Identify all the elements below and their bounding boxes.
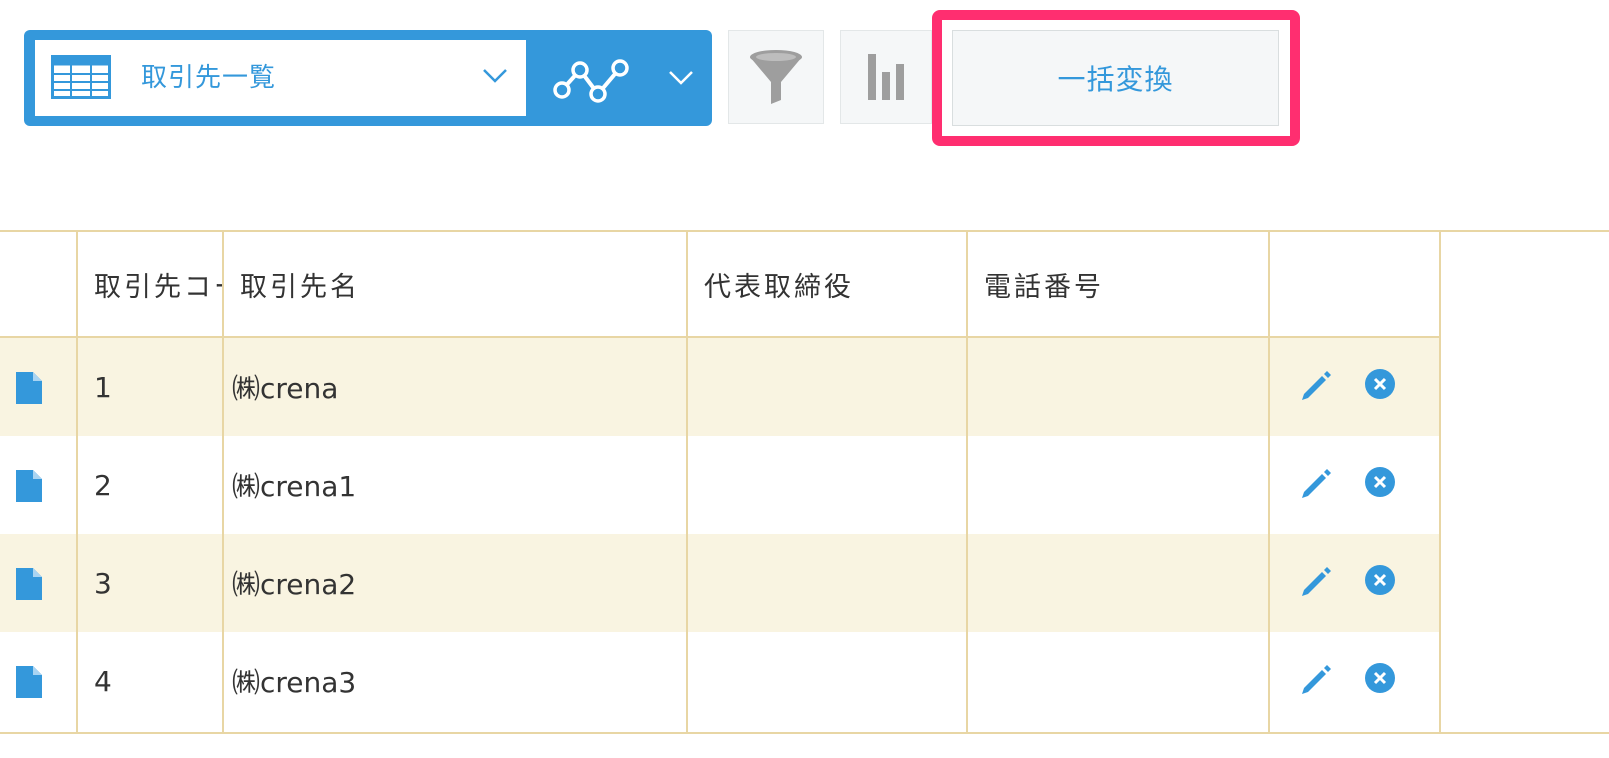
- pencil-icon[interactable]: [1300, 564, 1334, 598]
- table-row: 2 ㈱crena1: [0, 436, 1441, 534]
- column-divider: [76, 230, 78, 734]
- column-divider: [1439, 230, 1441, 734]
- header-code[interactable]: 取引先コード: [94, 232, 222, 336]
- column-divider: [966, 230, 968, 734]
- header-phone[interactable]: 電話番号: [984, 232, 1264, 336]
- document-icon[interactable]: [16, 568, 42, 600]
- table-row: 4 ㈱crena3: [0, 632, 1441, 730]
- graph-menu-button[interactable]: [540, 40, 700, 116]
- view-switcher: 取引先一覧: [24, 30, 712, 126]
- cell-phone: [984, 338, 1264, 436]
- bulk-convert-button[interactable]: 一括変換: [952, 30, 1279, 126]
- document-icon[interactable]: [16, 666, 42, 698]
- cell-name: ㈱crena3: [232, 666, 357, 699]
- table-icon: [51, 55, 111, 99]
- view-select[interactable]: 取引先一覧: [35, 40, 526, 116]
- line-graph-icon: [553, 59, 629, 103]
- bar-chart-icon: [868, 54, 904, 100]
- close-circle-icon[interactable]: [1364, 662, 1396, 694]
- cell-representative: [704, 436, 964, 534]
- pencil-icon[interactable]: [1300, 662, 1334, 696]
- cell-name: ㈱crena2: [232, 568, 357, 601]
- filter-button[interactable]: [728, 30, 824, 124]
- close-circle-icon[interactable]: [1364, 466, 1396, 498]
- pencil-icon[interactable]: [1300, 368, 1334, 402]
- chevron-down-icon: [669, 71, 693, 85]
- funnel-icon: [750, 50, 802, 104]
- cell-name: ㈱crena1: [232, 470, 357, 503]
- pencil-icon[interactable]: [1300, 466, 1334, 500]
- cell-code: 2: [94, 468, 112, 502]
- close-circle-icon[interactable]: [1364, 368, 1396, 400]
- column-divider: [686, 230, 688, 734]
- cell-code: 1: [94, 370, 112, 404]
- table-row: 3 ㈱crena2: [0, 534, 1441, 632]
- close-circle-icon[interactable]: [1364, 564, 1396, 596]
- view-name: 取引先一覧: [141, 63, 277, 93]
- cell-phone: [984, 436, 1264, 534]
- cell-representative: [704, 534, 964, 632]
- column-divider: [1268, 230, 1270, 734]
- cell-representative: [704, 338, 964, 436]
- document-icon[interactable]: [16, 372, 42, 404]
- graph-button[interactable]: [840, 30, 932, 124]
- cell-representative: [704, 632, 964, 730]
- record-table: 取引先コード 取引先名 代表取締役 電話番号 1 ㈱crena 2 ㈱crena…: [0, 230, 1609, 734]
- cell-phone: [984, 632, 1264, 730]
- cell-code: 4: [94, 664, 112, 698]
- header-representative[interactable]: 代表取締役: [704, 232, 964, 336]
- cell-phone: [984, 534, 1264, 632]
- column-divider: [222, 230, 224, 734]
- cell-name: ㈱crena: [232, 372, 339, 405]
- cell-code: 3: [94, 566, 112, 600]
- document-icon[interactable]: [16, 470, 42, 502]
- chevron-down-icon: [483, 69, 507, 83]
- table-header-row: 取引先コード 取引先名 代表取締役 電話番号: [0, 232, 1441, 336]
- table-row: 1 ㈱crena: [0, 338, 1441, 436]
- table-border: [0, 732, 1609, 734]
- header-divider: [0, 336, 1441, 338]
- header-name[interactable]: 取引先名: [240, 232, 680, 336]
